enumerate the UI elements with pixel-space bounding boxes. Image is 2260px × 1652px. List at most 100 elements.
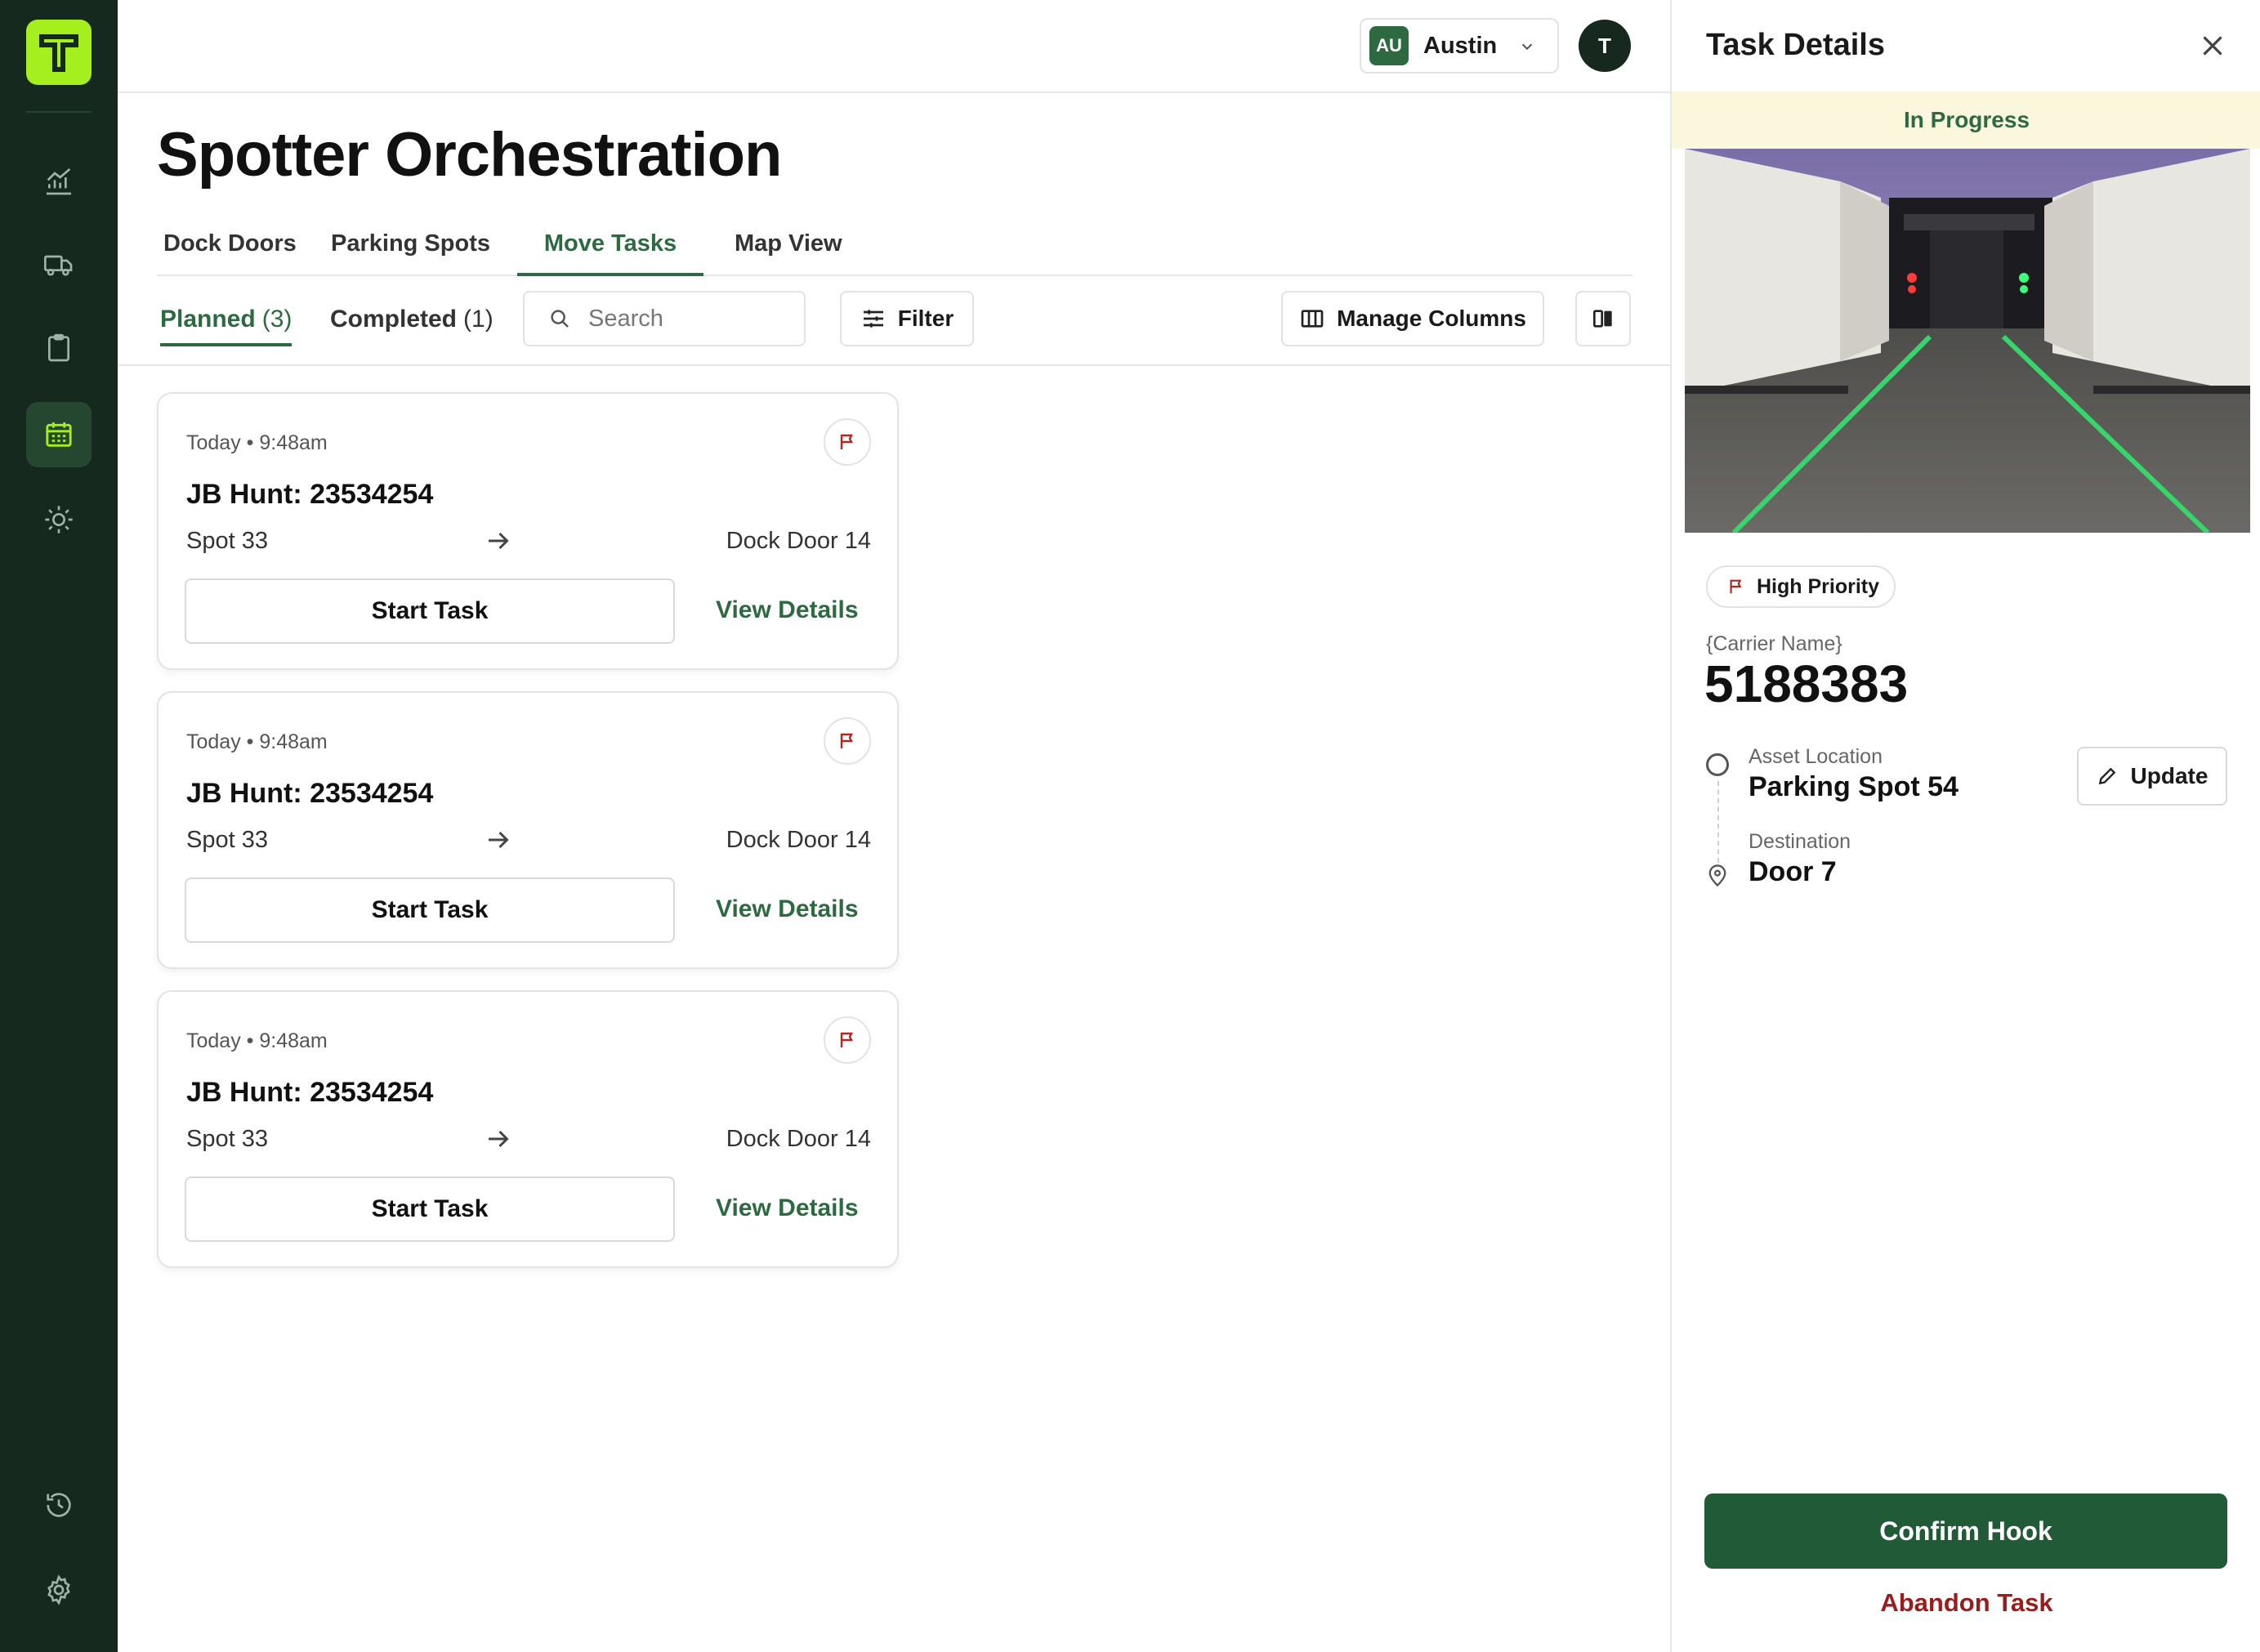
task-details-panel: Task Details In Progress High Priority {…	[1670, 0, 2260, 1652]
subtab-completed-label: Completed	[330, 306, 458, 333]
panel-toggle-button[interactable]	[1575, 291, 1631, 346]
tab-map-view[interactable]: Map View	[735, 230, 842, 276]
manage-columns-button[interactable]: Manage Columns	[1281, 291, 1544, 346]
arrow-right-icon	[489, 831, 509, 849]
split-view-icon	[1593, 310, 1612, 328]
task-origin: Spot 33	[186, 1126, 268, 1152]
trailer-number: 5188383	[1704, 654, 1909, 713]
sidebar-item-trucks[interactable]	[26, 232, 92, 297]
sidebar-item-history[interactable]	[26, 1472, 92, 1538]
start-task-button[interactable]: Start Task	[185, 578, 675, 644]
status-banner: In Progress	[1672, 92, 2260, 149]
view-details-link[interactable]: View Details	[716, 596, 859, 624]
update-location-button[interactable]: Update	[2077, 747, 2227, 806]
high-priority-badge: High Priority	[1706, 565, 1896, 608]
task-origin: Spot 33	[186, 827, 268, 853]
destination-label: Destination	[1749, 830, 1851, 853]
logo-icon	[39, 34, 78, 72]
search-box[interactable]	[523, 291, 806, 346]
sidebar-divider	[26, 111, 92, 113]
carrier-name-label: {Carrier Name}	[1706, 632, 1842, 655]
clipboard-icon	[48, 333, 69, 362]
task-time: Today • 9:48am	[186, 431, 328, 454]
destination-value: Door 7	[1749, 856, 1837, 887]
user-avatar[interactable]: T	[1579, 20, 1631, 72]
sidebar-item-tasks[interactable]	[26, 315, 92, 381]
pencil-icon	[2098, 767, 2115, 785]
manage-columns-label: Manage Columns	[1337, 306, 1526, 331]
arrow-right-icon	[489, 532, 509, 550]
top-bar: AU Austin T	[118, 0, 1672, 93]
flag-icon	[840, 733, 853, 748]
truck-icon	[43, 255, 73, 276]
main-tabs: Dock Doors Parking Spots Move Tasks Map …	[157, 222, 1632, 276]
task-time: Today • 9:48am	[186, 1029, 328, 1052]
priority-label: High Priority	[1757, 574, 1880, 598]
search-input[interactable]	[588, 305, 793, 333]
tab-parking-spots[interactable]: Parking Spots	[331, 230, 490, 276]
trailer-camera-image	[1685, 149, 2250, 533]
app-logo[interactable]	[26, 20, 92, 85]
task-time: Today • 9:48am	[186, 730, 328, 753]
task-carrier: JB Hunt: 23534254	[186, 778, 434, 809]
task-toolbar: Planned(3) Completed(1) Filter Manage Co…	[118, 276, 1672, 366]
tab-dock-doors[interactable]: Dock Doors	[163, 230, 297, 276]
columns-icon	[1301, 310, 1324, 328]
settings-icon	[47, 1574, 70, 1605]
asset-location-value: Parking Spot 54	[1749, 771, 1959, 802]
priority-flag-button[interactable]	[824, 418, 871, 466]
location-badge: AU	[1369, 26, 1409, 65]
route-connector	[1717, 781, 1719, 863]
location-name: Austin	[1423, 32, 1498, 59]
history-icon	[47, 1493, 71, 1517]
location-pin-icon	[1708, 864, 1726, 887]
subtab-planned[interactable]: Planned (3)	[160, 306, 293, 346]
task-carrier: JB Hunt: 23534254	[186, 479, 434, 510]
subtab-completed[interactable]: Completed (1)	[330, 306, 494, 333]
subtab-planned-count: (3)	[261, 306, 293, 333]
location-selector[interactable]: AU Austin	[1360, 18, 1559, 74]
view-details-link[interactable]: View Details	[716, 1194, 859, 1222]
sidebar-item-schedule[interactable]	[26, 402, 92, 467]
task-destination: Dock Door 14	[726, 827, 871, 853]
task-destination: Dock Door 14	[726, 528, 871, 554]
task-card: Today • 9:48am JB Hunt: 23534254 Spot 33…	[157, 990, 899, 1268]
priority-flag-button[interactable]	[824, 717, 871, 765]
task-origin: Spot 33	[186, 528, 268, 554]
sidebar-item-analytics[interactable]	[26, 149, 92, 214]
view-details-link[interactable]: View Details	[716, 895, 859, 923]
task-card: Today • 9:48am JB Hunt: 23534254 Spot 33…	[157, 691, 899, 969]
flag-icon	[840, 1032, 853, 1047]
filter-label: Filter	[897, 306, 954, 331]
yard-photo	[1685, 149, 2250, 533]
tab-move-tasks[interactable]: Move Tasks	[517, 230, 703, 276]
search-icon	[551, 310, 569, 328]
task-carrier: JB Hunt: 23534254	[186, 1077, 434, 1108]
flag-icon	[1730, 579, 1742, 594]
sidebar-item-environment[interactable]	[26, 487, 92, 552]
start-task-button[interactable]: Start Task	[185, 877, 675, 943]
panel-title: Task Details	[1706, 28, 1885, 62]
subtab-planned-label: Planned	[160, 306, 256, 333]
start-task-button[interactable]: Start Task	[185, 1176, 675, 1242]
filter-icon	[863, 310, 883, 328]
abandon-task-link[interactable]: Abandon Task	[1672, 1588, 2260, 1618]
calendar-icon	[46, 422, 72, 447]
confirm-hook-button[interactable]: Confirm Hook	[1704, 1493, 2227, 1569]
update-label: Update	[2130, 763, 2209, 788]
task-card: Today • 9:48am JB Hunt: 23534254 Spot 33…	[157, 392, 899, 670]
arrow-right-icon	[489, 1130, 509, 1148]
priority-flag-button[interactable]	[824, 1016, 871, 1064]
page-title: Spotter Orchestration	[157, 120, 782, 190]
asset-location-label: Asset Location	[1749, 745, 1883, 768]
sun-icon	[45, 506, 73, 534]
flag-icon	[840, 434, 853, 449]
analytics-icon	[47, 167, 71, 195]
close-icon[interactable]	[2198, 31, 2227, 60]
sidebar-item-settings[interactable]	[26, 1557, 92, 1623]
sidebar	[0, 0, 118, 1652]
chevron-down-icon	[1521, 43, 1533, 51]
origin-circle-icon	[1706, 753, 1729, 776]
subtab-completed-count: (1)	[463, 306, 494, 333]
filter-button[interactable]: Filter	[840, 291, 974, 346]
